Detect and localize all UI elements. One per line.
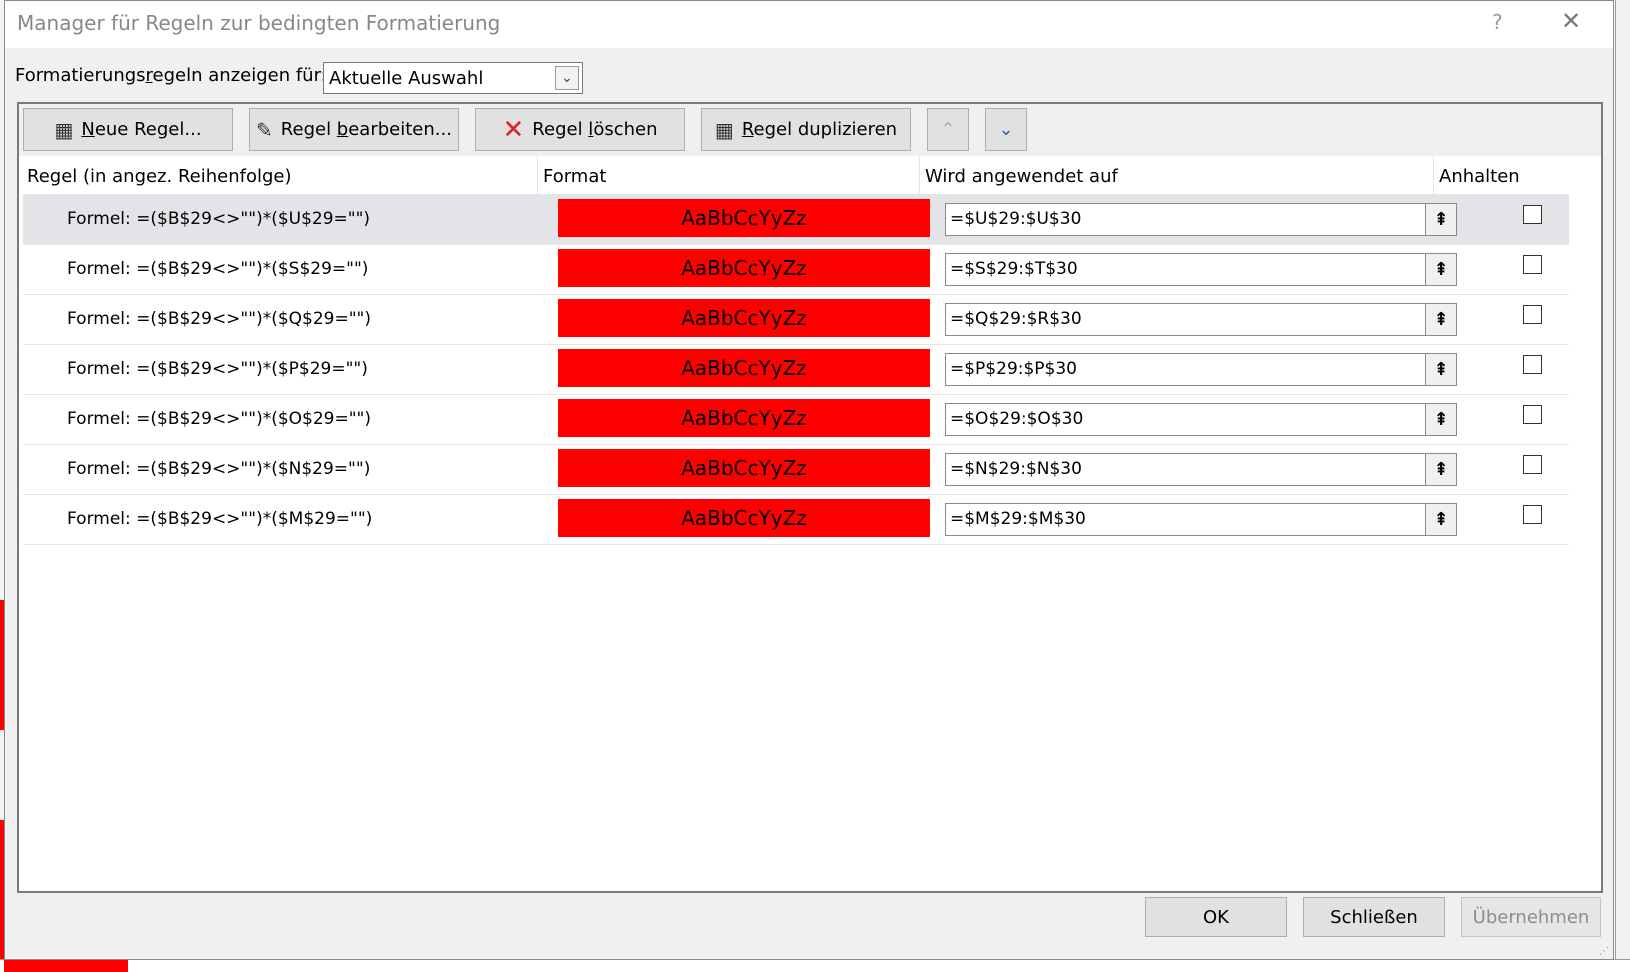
apply-button[interactable]: Übernehmen xyxy=(1461,897,1601,937)
rule-formula: Formel: =($B$29<>"")*($O$29="") xyxy=(67,409,371,429)
rule-formula: Formel: =($B$29<>"")*($S$29="") xyxy=(67,259,369,279)
rule-row[interactable]: Formel: =($B$29<>"")*($Q$29="") AaBbCcYy… xyxy=(23,294,1569,344)
delete-rule-label: Regel löschen xyxy=(532,119,658,140)
format-preview: AaBbCcYyZz xyxy=(558,399,930,437)
row-divider xyxy=(23,544,1569,545)
column-header-format: Format xyxy=(543,166,607,187)
stop-if-true-checkbox[interactable] xyxy=(1523,205,1542,224)
chevron-down-icon: ⌄ xyxy=(998,119,1014,140)
ok-button[interactable]: OK xyxy=(1145,897,1287,937)
rule-formula: Formel: =($B$29<>"")*($U$29="") xyxy=(67,209,371,229)
chevron-down-icon[interactable]: ⌄ xyxy=(555,66,579,90)
duplicate-rule-button[interactable]: ▦ Regel duplizieren xyxy=(701,108,911,151)
title-bar: Manager für Regeln zur bedingten Formati… xyxy=(5,1,1613,48)
applies-to-field[interactable]: =$Q$29:$R$30 xyxy=(945,303,1427,336)
rule-row[interactable]: Formel: =($B$29<>"")*($O$29="") AaBbCcYy… xyxy=(23,394,1569,444)
stop-if-true-checkbox[interactable] xyxy=(1523,255,1542,274)
dropdown-value: Aktuelle Auswahl xyxy=(329,68,484,89)
applies-to-value: =$P$29:$P$30 xyxy=(950,359,1078,379)
stop-if-true-checkbox[interactable] xyxy=(1523,405,1542,424)
grid-header: Regel (in angez. Reihenfolge) Format Wir… xyxy=(23,156,1587,194)
delete-x-icon: ✕ xyxy=(502,114,525,145)
applies-to-value: =$Q$29:$R$30 xyxy=(950,309,1082,329)
table-icon: ▦ xyxy=(54,117,74,142)
stop-if-true-checkbox[interactable] xyxy=(1523,305,1542,324)
format-preview: AaBbCcYyZz xyxy=(558,349,930,387)
delete-rule-button[interactable]: ✕ Regel löschen xyxy=(475,108,685,151)
stop-if-true-checkbox[interactable] xyxy=(1523,505,1542,524)
applies-to-value: =$S$29:$T$30 xyxy=(950,259,1078,279)
resize-grip-icon[interactable]: ⋰ xyxy=(1599,946,1609,957)
help-icon[interactable]: ? xyxy=(1492,10,1503,34)
column-header-stop: Anhalten xyxy=(1439,166,1520,187)
rule-formula: Formel: =($B$29<>"")*($Q$29="") xyxy=(67,309,371,329)
applies-to-value: =$N$29:$N$30 xyxy=(950,459,1082,479)
edit-table-icon: ✎ xyxy=(256,117,273,142)
rule-row[interactable]: Formel: =($B$29<>"")*($M$29="") AaBbCcYy… xyxy=(23,494,1569,544)
table-icon: ▦ xyxy=(714,117,734,142)
spreadsheet-edge-right xyxy=(1615,0,1630,972)
conditional-formatting-manager-dialog: Manager für Regeln zur bedingten Formati… xyxy=(4,0,1614,960)
close-button[interactable]: Schließen xyxy=(1303,897,1445,937)
edit-rule-label: Regel bearbeiten... xyxy=(280,119,452,140)
collapse-range-icon[interactable]: ⇞ xyxy=(1425,203,1457,236)
move-down-button[interactable]: ⌄ xyxy=(985,108,1027,151)
applies-to-field[interactable]: =$M$29:$M$30 xyxy=(945,503,1427,536)
rule-row[interactable]: Formel: =($B$29<>"")*($P$29="") AaBbCcYy… xyxy=(23,344,1569,394)
column-divider xyxy=(537,156,538,194)
rule-formula: Formel: =($B$29<>"")*($P$29="") xyxy=(67,359,368,379)
format-preview: AaBbCcYyZz xyxy=(558,249,930,287)
format-preview: AaBbCcYyZz xyxy=(558,499,930,537)
column-header-rule: Regel (in angez. Reihenfolge) xyxy=(27,166,292,187)
rule-formula: Formel: =($B$29<>"")*($M$29="") xyxy=(67,509,373,529)
column-header-applies-to: Wird angewendet auf xyxy=(925,166,1118,187)
rules-toolbar: ▦ Neue Regel... ✎ Regel bearbeiten... ✕ … xyxy=(19,104,1601,156)
spreadsheet-edge-bottom xyxy=(0,959,1630,972)
format-preview: AaBbCcYyZz xyxy=(558,199,930,237)
new-rule-label: Neue Regel... xyxy=(81,119,202,140)
collapse-range-icon[interactable]: ⇞ xyxy=(1425,453,1457,486)
rules-panel: ▦ Neue Regel... ✎ Regel bearbeiten... ✕ … xyxy=(17,102,1603,893)
chevron-up-icon: ⌃ xyxy=(940,119,956,140)
applies-to-field[interactable]: =$N$29:$N$30 xyxy=(945,453,1427,486)
applies-to-field[interactable]: =$O$29:$O$30 xyxy=(945,403,1427,436)
column-divider xyxy=(919,156,920,194)
move-up-button[interactable]: ⌃ xyxy=(927,108,969,151)
applies-to-field[interactable]: =$U$29:$U$30 xyxy=(945,203,1427,236)
edit-rule-button[interactable]: ✎ Regel bearbeiten... xyxy=(249,108,459,151)
duplicate-rule-label: Regel duplizieren xyxy=(741,119,898,140)
format-preview: AaBbCcYyZz xyxy=(558,449,930,487)
rule-row[interactable]: Formel: =($B$29<>"")*($S$29="") AaBbCcYy… xyxy=(23,244,1569,294)
collapse-range-icon[interactable]: ⇞ xyxy=(1425,303,1457,336)
column-divider xyxy=(1433,156,1434,194)
collapse-range-icon[interactable]: ⇞ xyxy=(1425,503,1457,536)
dialog-title: Manager für Regeln zur bedingten Formati… xyxy=(17,11,501,35)
applies-to-value: =$U$29:$U$30 xyxy=(950,209,1082,229)
applies-to-value: =$M$29:$M$30 xyxy=(950,509,1086,529)
collapse-range-icon[interactable]: ⇞ xyxy=(1425,353,1457,386)
stop-if-true-checkbox[interactable] xyxy=(1523,455,1542,474)
applies-to-value: =$O$29:$O$30 xyxy=(950,409,1084,429)
collapse-range-icon[interactable]: ⇞ xyxy=(1425,403,1457,436)
stop-if-true-checkbox[interactable] xyxy=(1523,355,1542,374)
applies-to-field[interactable]: =$P$29:$P$30 xyxy=(945,353,1427,386)
format-preview: AaBbCcYyZz xyxy=(558,299,930,337)
rule-formula: Formel: =($B$29<>"")*($N$29="") xyxy=(67,459,371,479)
applies-to-field[interactable]: =$S$29:$T$30 xyxy=(945,253,1427,286)
show-rules-for-dropdown[interactable]: Aktuelle Auswahl ⌄ xyxy=(323,62,583,94)
rule-row[interactable]: Formel: =($B$29<>"")*($U$29="") AaBbCcYy… xyxy=(23,194,1569,244)
rule-row[interactable]: Formel: =($B$29<>"")*($N$29="") AaBbCcYy… xyxy=(23,444,1569,494)
new-rule-button[interactable]: ▦ Neue Regel... xyxy=(23,108,233,151)
show-rules-for-label: Formatierungsregeln anzeigen für: xyxy=(15,65,327,86)
collapse-range-icon[interactable]: ⇞ xyxy=(1425,253,1457,286)
spreadsheet-red-cell xyxy=(4,960,128,972)
close-icon[interactable]: ✕ xyxy=(1561,7,1581,35)
